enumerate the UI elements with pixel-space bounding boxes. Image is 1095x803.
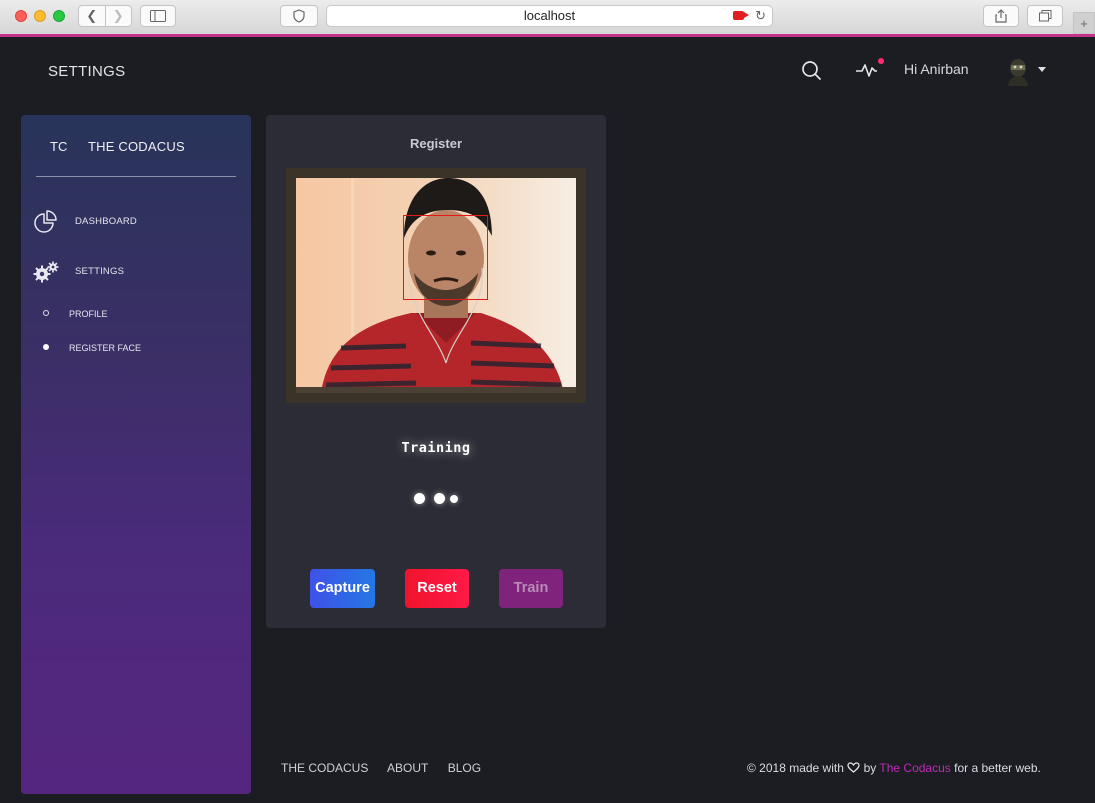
loader-dot: [450, 495, 458, 503]
train-button[interactable]: Train: [499, 569, 563, 608]
sidebar-icon: [150, 10, 166, 22]
reload-icon[interactable]: ↻: [755, 6, 766, 26]
notification-dot: [878, 58, 884, 64]
loader-dot: [414, 493, 425, 504]
footer-link-blog[interactable]: BLOG: [448, 761, 481, 775]
footer-link-about[interactable]: ABOUT: [387, 761, 428, 775]
loading-indicator: [414, 491, 464, 505]
sidebar-item-dashboard[interactable]: DASHBOARD: [21, 206, 251, 238]
history-nav: ❮ ❯: [78, 5, 132, 27]
footer-brand-link[interactable]: The Codacus: [879, 761, 950, 775]
avatar[interactable]: [1005, 56, 1031, 86]
tab-overview-button[interactable]: [1027, 5, 1063, 27]
card-title: Register: [409, 136, 463, 151]
bullet-icon: [43, 344, 49, 350]
loader-dot: [434, 493, 445, 504]
sidebar-subitem-profile[interactable]: PROFILE: [21, 305, 251, 325]
share-icon: [995, 9, 1007, 23]
copyright-suffix: for a better web.: [954, 761, 1041, 775]
search-icon[interactable]: [801, 60, 821, 80]
webcam-feed: [296, 178, 576, 393]
window-minimize-button[interactable]: [34, 10, 46, 22]
forward-icon[interactable]: ❯: [106, 6, 132, 26]
new-tab-button[interactable]: +: [1073, 12, 1095, 34]
brand-name[interactable]: THE CODACUS: [88, 139, 185, 154]
register-card: Register Training Capture Reset Train: [266, 115, 606, 628]
page-accent-line: [0, 34, 1095, 37]
address-bar[interactable]: localhost ↻: [326, 5, 773, 27]
sidebar-subitem-label: PROFILE: [69, 309, 108, 319]
tabs-icon: [1038, 10, 1051, 22]
sidebar-toggle-button[interactable]: [140, 5, 176, 27]
footer-nav: THE CODACUS ABOUT BLOG: [281, 761, 497, 775]
sidebar-item-settings[interactable]: SETTINGS: [21, 256, 251, 288]
copyright-prefix: © 2018 made with: [747, 761, 844, 775]
heart-icon: [847, 762, 860, 773]
window-maximize-button[interactable]: [53, 10, 65, 22]
face-detection-box: [403, 215, 488, 300]
shield-icon: [293, 9, 305, 23]
user-greeting[interactable]: Hi Anirban: [904, 61, 969, 77]
sidebar-subitem-label: REGISTER FACE: [69, 343, 142, 353]
bullet-icon: [43, 310, 49, 316]
brand-abbr[interactable]: TC: [50, 139, 67, 154]
reset-button[interactable]: Reset: [405, 569, 469, 608]
window-close-button[interactable]: [15, 10, 27, 22]
plus-icon: +: [1080, 15, 1088, 31]
sidebar: TC THE CODACUS DASHBOARD SETTINGS PROFIL…: [21, 115, 251, 794]
share-button[interactable]: [983, 5, 1019, 27]
url-text: localhost: [523, 8, 576, 23]
divider: [36, 176, 236, 177]
camera-in-use-icon[interactable]: [733, 11, 749, 20]
copyright-by: by: [863, 761, 877, 775]
caret-down-icon[interactable]: [1038, 67, 1046, 72]
footer-link-codacus[interactable]: THE CODACUS: [281, 761, 368, 775]
sidebar-subitem-register-face[interactable]: REGISTER FACE: [21, 339, 251, 359]
pie-chart-icon: [34, 210, 57, 233]
page-title: SETTINGS: [48, 63, 126, 80]
sidebar-item-label: SETTINGS: [75, 266, 125, 277]
back-icon[interactable]: ❮: [79, 6, 106, 26]
gears-icon: [33, 261, 59, 283]
privacy-shield-button[interactable]: [280, 5, 318, 27]
sidebar-item-label: DASHBOARD: [75, 216, 137, 227]
capture-button[interactable]: Capture: [310, 569, 375, 608]
browser-toolbar: ❮ ❯ localhost ↻ +: [0, 0, 1095, 36]
footer-copyright: © 2018 made with by The Codacus for a be…: [747, 761, 1041, 775]
training-status: Training: [401, 440, 471, 456]
activity-icon[interactable]: [855, 58, 885, 80]
webcam-frame: [286, 168, 586, 403]
